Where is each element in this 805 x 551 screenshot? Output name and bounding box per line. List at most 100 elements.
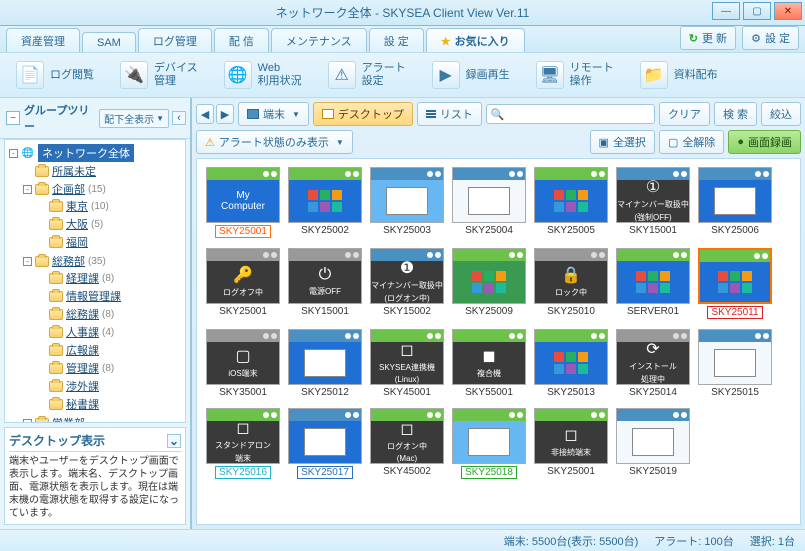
search-input[interactable]: 🔍 bbox=[486, 104, 655, 124]
status-bar-strip bbox=[289, 409, 361, 421]
thumbnail[interactable]: SKY25013 bbox=[533, 329, 609, 398]
thumbnail[interactable]: ◻スタンドアロン端末SKY25016 bbox=[205, 408, 281, 479]
tree-node[interactable]: +広報課 bbox=[37, 342, 183, 358]
tool-icon: 📁 bbox=[640, 61, 668, 89]
tree-node[interactable]: +所属未定 bbox=[23, 163, 183, 179]
view-list-button[interactable]: リスト bbox=[417, 102, 482, 126]
nav-forward-button[interactable]: ▶ bbox=[216, 104, 234, 124]
tree-node[interactable]: +福岡 bbox=[37, 234, 183, 250]
minimize-button[interactable]: — bbox=[712, 2, 740, 20]
folder-icon bbox=[49, 327, 63, 338]
status-bar-strip bbox=[535, 249, 607, 261]
thumbnail[interactable]: SKY25004 bbox=[451, 167, 527, 238]
thumbnail[interactable]: SKY25015 bbox=[697, 329, 773, 398]
thumbnail[interactable]: SKY25012 bbox=[287, 329, 363, 398]
thumb-preview bbox=[370, 167, 444, 223]
tree-node[interactable]: +秘書課 bbox=[37, 396, 183, 412]
thumbnail[interactable]: SKY25002 bbox=[287, 167, 363, 238]
thumbnail[interactable]: ❶マイナンバー取扱中(ログオン中)SKY15002 bbox=[369, 248, 445, 319]
thumbnail[interactable]: 🔒ロック中SKY25010 bbox=[533, 248, 609, 319]
status-bar-strip bbox=[699, 168, 771, 180]
tree-node[interactable]: +大阪(5) bbox=[37, 216, 183, 232]
thumbnail[interactable]: SKY25019 bbox=[615, 408, 691, 479]
thumb-preview: ◻スタンドアロン端末 bbox=[206, 408, 280, 464]
tab-sam[interactable]: SAM bbox=[82, 32, 136, 52]
tree-node[interactable]: +経理課(8) bbox=[37, 270, 183, 286]
thumbnail[interactable]: ⟳インストール処理中SKY25014 bbox=[615, 329, 691, 398]
thumbnail[interactable]: SKY25017 bbox=[287, 408, 363, 479]
collapse-button[interactable]: − bbox=[6, 111, 20, 125]
tab-maint[interactable]: メンテナンス bbox=[271, 28, 367, 52]
thumbnail[interactable]: ◻非接続端末SKY25001 bbox=[533, 408, 609, 479]
thumbnail[interactable]: ◻ログオン中(Mac)SKY45002 bbox=[369, 408, 445, 479]
tree-root-node[interactable]: -🌐ネットワーク全体 bbox=[9, 144, 183, 162]
tree-node[interactable]: +管理課(8) bbox=[37, 360, 183, 376]
refresh-button[interactable]: 更 新 bbox=[680, 26, 736, 50]
status-bar-strip bbox=[289, 330, 361, 342]
thumbnail-grid-area[interactable]: MyComputerSKY25001SKY25002SKY25003SKY250… bbox=[196, 158, 801, 525]
title-bar: ネットワーク全体 - SKYSEA Client View Ver.11 — ▢… bbox=[0, 0, 805, 26]
tab-settings[interactable]: 設 定 bbox=[369, 28, 424, 52]
group-tree[interactable]: -🌐ネットワーク全体+所属未定-企画部(15)+東京(10)+大阪(5)+福岡-… bbox=[4, 139, 186, 423]
tab-asset[interactable]: 資産管理 bbox=[6, 28, 80, 52]
narrow-button[interactable]: 絞込 bbox=[761, 102, 801, 126]
thumbnail[interactable]: ◼複合機SKY55001 bbox=[451, 329, 527, 398]
view-desktop-button[interactable]: デスクトップ bbox=[313, 102, 413, 126]
thumbnail[interactable]: ◻SKYSEA連携機(Linux)SKY45001 bbox=[369, 329, 445, 398]
tree-node[interactable]: +総務課(8) bbox=[37, 306, 183, 322]
tree-node[interactable]: +東京(10) bbox=[37, 198, 183, 214]
thumbnail[interactable]: SKY25006 bbox=[697, 167, 773, 238]
select-all-button[interactable]: ▣全選択 bbox=[590, 130, 655, 154]
tree-node[interactable]: -総務部(35) bbox=[23, 253, 183, 269]
thumbnail[interactable]: SKY25011 bbox=[697, 248, 773, 319]
tree-node[interactable]: -企画部(15) bbox=[23, 181, 183, 197]
tool-3[interactable]: ⚠アラート設定 bbox=[322, 59, 412, 91]
thumbnail[interactable]: SKY25003 bbox=[369, 167, 445, 238]
tree-toggle[interactable]: - bbox=[23, 419, 32, 424]
thumbnail[interactable]: SKY25005 bbox=[533, 167, 609, 238]
tab-log[interactable]: ログ管理 bbox=[138, 28, 212, 52]
chevron-down-icon[interactable]: ⌄ bbox=[167, 434, 181, 448]
tree-toggle[interactable]: - bbox=[9, 149, 18, 158]
thumbnail[interactable]: MyComputerSKY25001 bbox=[205, 167, 281, 238]
maximize-button[interactable]: ▢ bbox=[743, 2, 771, 20]
tree-node[interactable]: -営業部 bbox=[23, 415, 183, 423]
thumbnail[interactable]: 🔑ログオフ中SKY25001 bbox=[205, 248, 281, 319]
tree-node[interactable]: +人事課(4) bbox=[37, 324, 183, 340]
thumbnail[interactable]: SKY25009 bbox=[451, 248, 527, 319]
deselect-all-button[interactable]: ▢全解除 bbox=[659, 130, 724, 154]
clear-button[interactable]: クリア bbox=[659, 102, 710, 126]
search-button[interactable]: 検 索 bbox=[714, 102, 757, 126]
tree-toggle[interactable]: - bbox=[23, 257, 32, 266]
tree-label: 情報管理課 bbox=[66, 288, 121, 304]
tool-6[interactable]: 📁資料配布 bbox=[634, 59, 724, 91]
panel-collapse-arrow[interactable]: ‹ bbox=[172, 111, 186, 125]
screen-record-button[interactable]: ●画面録画 bbox=[728, 130, 801, 154]
nav-back-button[interactable]: ◀ bbox=[196, 104, 214, 124]
select-all-icon: ▣ bbox=[599, 136, 609, 149]
thumbnail[interactable]: SKY25018 bbox=[451, 408, 527, 479]
settings-button[interactable]: 設 定 bbox=[742, 26, 799, 50]
thumbnail[interactable]: ▢iOS端末SKY35001 bbox=[205, 329, 281, 398]
thumb-name: SKY25018 bbox=[461, 466, 517, 479]
tool-2[interactable]: 🌐Web利用状況 bbox=[218, 59, 308, 91]
tool-1[interactable]: 🔌デバイス管理 bbox=[114, 59, 204, 91]
expand-all-button[interactable]: 配下全表示▼ bbox=[99, 109, 169, 128]
tree-node[interactable]: +情報管理課 bbox=[37, 288, 183, 304]
alert-filter-dropdown[interactable]: ⚠アラート状態のみ表示 bbox=[196, 130, 353, 154]
close-button[interactable]: ✕ bbox=[774, 2, 802, 20]
tree-toggle[interactable]: - bbox=[23, 185, 32, 194]
thumb-name: SKY45002 bbox=[383, 466, 431, 477]
warning-icon: ⚠ bbox=[205, 136, 215, 149]
tool-0[interactable]: 📄ログ閲覧 bbox=[10, 59, 100, 91]
view-terminal-button[interactable]: 端末 bbox=[238, 102, 309, 126]
thumbnail[interactable]: ⏻電源OFFSKY15001 bbox=[287, 248, 363, 319]
tab-favorites[interactable]: ★お気に入り bbox=[426, 28, 525, 52]
tool-5[interactable]: 🖥リモート操作 bbox=[530, 59, 620, 91]
thumb-preview: ◼複合機 bbox=[452, 329, 526, 385]
tree-node[interactable]: +渉外課 bbox=[37, 378, 183, 394]
thumbnail[interactable]: ①マイナンバー取扱中(強制OFF)SKY15001 bbox=[615, 167, 691, 238]
thumbnail[interactable]: SERVER01 bbox=[615, 248, 691, 319]
tab-deploy[interactable]: 配 信 bbox=[214, 28, 269, 52]
tool-4[interactable]: ▶録画再生 bbox=[426, 59, 516, 91]
